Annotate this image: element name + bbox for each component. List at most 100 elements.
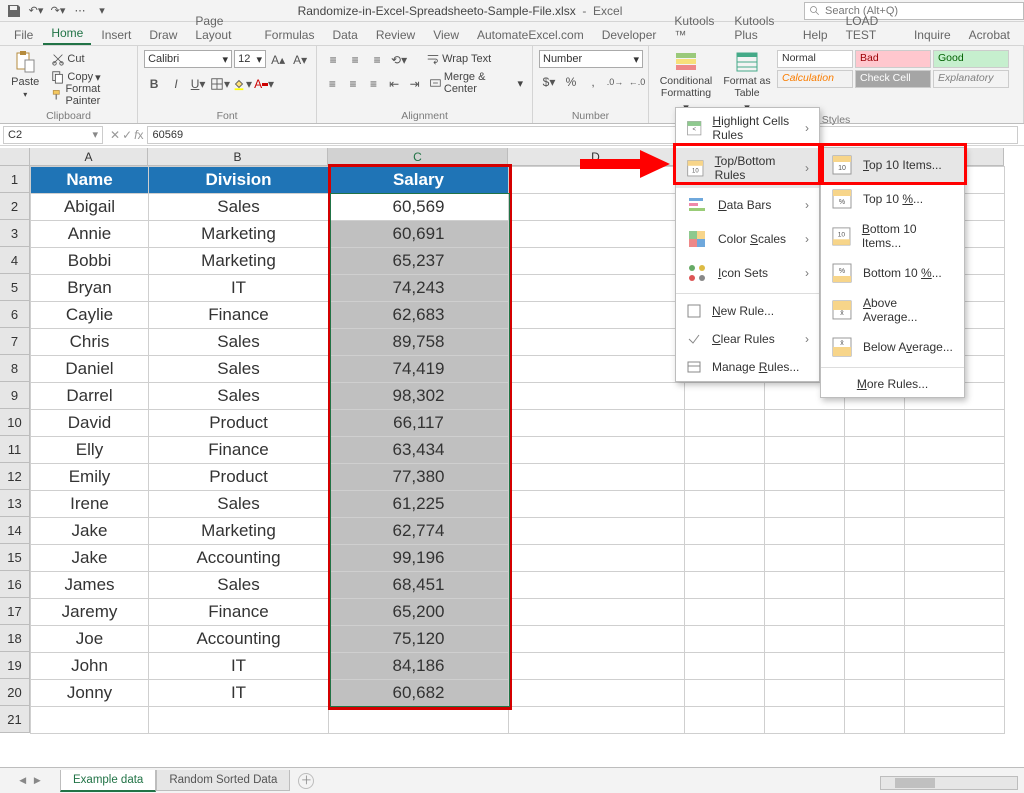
cell-empty[interactable] <box>845 599 905 626</box>
cell-name[interactable]: Elly <box>31 437 149 464</box>
cell-empty[interactable] <box>905 599 1005 626</box>
cell-empty[interactable] <box>509 518 685 545</box>
row-header-4[interactable]: 4 <box>0 247 30 274</box>
row-header-16[interactable]: 16 <box>0 571 30 598</box>
cancel-formula-icon[interactable]: ✕ <box>110 128 120 142</box>
tab-review[interactable]: Review <box>368 25 423 45</box>
cell-empty[interactable] <box>845 707 905 734</box>
cell-division[interactable]: Marketing <box>149 248 329 275</box>
cell-division[interactable]: Sales <box>149 383 329 410</box>
cell-name[interactable]: John <box>31 653 149 680</box>
cell-empty[interactable] <box>905 707 1005 734</box>
cell-empty[interactable] <box>765 653 845 680</box>
cell-name[interactable]: Joe <box>31 626 149 653</box>
cf-data-bars[interactable]: Data Bars› <box>676 188 819 222</box>
cell-empty[interactable] <box>685 653 765 680</box>
row-header-7[interactable]: 7 <box>0 328 30 355</box>
cell-empty[interactable] <box>845 437 905 464</box>
tb-more-rules[interactable]: More Rules... <box>821 371 964 397</box>
sheet-nav-arrows[interactable]: ◄ ► <box>0 775 60 787</box>
align-right-icon[interactable]: ≡ <box>364 74 383 94</box>
cell-empty[interactable] <box>509 221 685 248</box>
qat-dropdown-icon[interactable]: ▾ <box>94 3 110 19</box>
cell-name[interactable]: Bobbi <box>31 248 149 275</box>
cell-empty[interactable] <box>765 518 845 545</box>
tab-page-layout[interactable]: Page Layout <box>187 11 254 45</box>
align-top-icon[interactable]: ≡ <box>323 50 343 70</box>
cell-empty[interactable] <box>509 248 685 275</box>
cell-salary[interactable]: 62,683 <box>329 302 509 329</box>
cf-clear-rules[interactable]: Clear Rules› <box>676 325 819 353</box>
wrap-text-button[interactable]: Wrap Text <box>423 50 494 68</box>
fill-color-button[interactable]: ▾ <box>232 74 252 94</box>
row-header-11[interactable]: 11 <box>0 436 30 463</box>
cell-name[interactable]: Chris <box>31 329 149 356</box>
sheet-tab-random-sorted[interactable]: Random Sorted Data <box>156 770 290 791</box>
tab-acrobat[interactable]: Acrobat <box>961 25 1018 45</box>
sheet-tab-example-data[interactable]: Example data <box>60 770 156 792</box>
row-header-15[interactable]: 15 <box>0 544 30 571</box>
cell-division[interactable]: Finance <box>149 437 329 464</box>
row-header-17[interactable]: 17 <box>0 598 30 625</box>
row-header-9[interactable]: 9 <box>0 382 30 409</box>
cell-salary[interactable]: 61,225 <box>329 491 509 518</box>
cell-name[interactable]: Annie <box>31 221 149 248</box>
table-header-a[interactable]: Name <box>31 167 149 194</box>
cell-division[interactable]: Product <box>149 410 329 437</box>
tb-bottom-10-percent[interactable]: % Bottom 10 %... <box>821 256 964 290</box>
add-sheet-button[interactable]: ＋ <box>298 773 314 789</box>
align-bottom-icon[interactable]: ≡ <box>367 50 387 70</box>
row-header-2[interactable]: 2 <box>0 193 30 220</box>
row-header-8[interactable]: 8 <box>0 355 30 382</box>
tab-kutools-plus[interactable]: Kutools Plus <box>726 11 793 45</box>
tab-view[interactable]: View <box>425 25 467 45</box>
cell-salary[interactable]: 65,200 <box>329 599 509 626</box>
cell-empty[interactable] <box>509 437 685 464</box>
tab-help[interactable]: Help <box>795 25 836 45</box>
cell-salary[interactable]: 68,451 <box>329 572 509 599</box>
tb-top-10-percent[interactable]: % Top 10 %... <box>821 182 964 216</box>
cell-salary[interactable]: 99,196 <box>329 545 509 572</box>
font-color-button[interactable]: A▾ <box>254 74 274 94</box>
cell-salary[interactable]: 98,302 <box>329 383 509 410</box>
cell-empty[interactable] <box>845 680 905 707</box>
cell-name[interactable]: Jake <box>31 518 149 545</box>
cell-empty[interactable] <box>685 626 765 653</box>
cf-top-bottom-rules[interactable]: 10 Top/Bottom Rules› <box>676 148 819 188</box>
cell-empty[interactable] <box>509 464 685 491</box>
tab-home[interactable]: Home <box>43 23 91 45</box>
cf-new-rule[interactable]: New Rule... <box>676 297 819 325</box>
cell-empty[interactable] <box>905 491 1005 518</box>
tb-top-10-items[interactable]: 10 Top 10 Items... <box>821 148 964 182</box>
tb-above-average[interactable]: x̄ Above Average... <box>821 290 964 330</box>
cell-division[interactable]: IT <box>149 653 329 680</box>
increase-font-icon[interactable]: A▴ <box>268 50 288 70</box>
tb-bottom-10-items[interactable]: 10 Bottom 10 Items... <box>821 216 964 256</box>
increase-decimal-icon[interactable]: .0→ <box>605 72 625 92</box>
cell-division[interactable]: IT <box>149 680 329 707</box>
cell-empty[interactable] <box>509 680 685 707</box>
fx-icon[interactable]: fx <box>134 128 143 142</box>
undo-icon[interactable]: ↶▾ <box>28 3 44 19</box>
align-center-icon[interactable]: ≡ <box>344 74 363 94</box>
row-header-5[interactable]: 5 <box>0 274 30 301</box>
cell-empty[interactable] <box>845 545 905 572</box>
cell-empty[interactable] <box>685 491 765 518</box>
cell-salary[interactable]: 89,758 <box>329 329 509 356</box>
cell-name[interactable]: Bryan <box>31 275 149 302</box>
tab-inquire[interactable]: Inquire <box>906 25 959 45</box>
cell-empty[interactable] <box>765 491 845 518</box>
cell-name[interactable]: Jaremy <box>31 599 149 626</box>
cell-empty[interactable] <box>845 653 905 680</box>
cf-icon-sets[interactable]: Icon Sets› <box>676 256 819 290</box>
cell-name[interactable]: David <box>31 410 149 437</box>
orientation-icon[interactable]: ⟲▾ <box>389 50 409 70</box>
row-header-20[interactable]: 20 <box>0 679 30 706</box>
select-all-corner[interactable] <box>0 148 30 166</box>
cell-empty[interactable] <box>329 707 509 734</box>
cell-division[interactable]: Sales <box>149 572 329 599</box>
cell-empty[interactable] <box>905 572 1005 599</box>
cell-empty[interactable] <box>685 464 765 491</box>
cell-empty[interactable] <box>685 707 765 734</box>
cell-name[interactable]: Irene <box>31 491 149 518</box>
